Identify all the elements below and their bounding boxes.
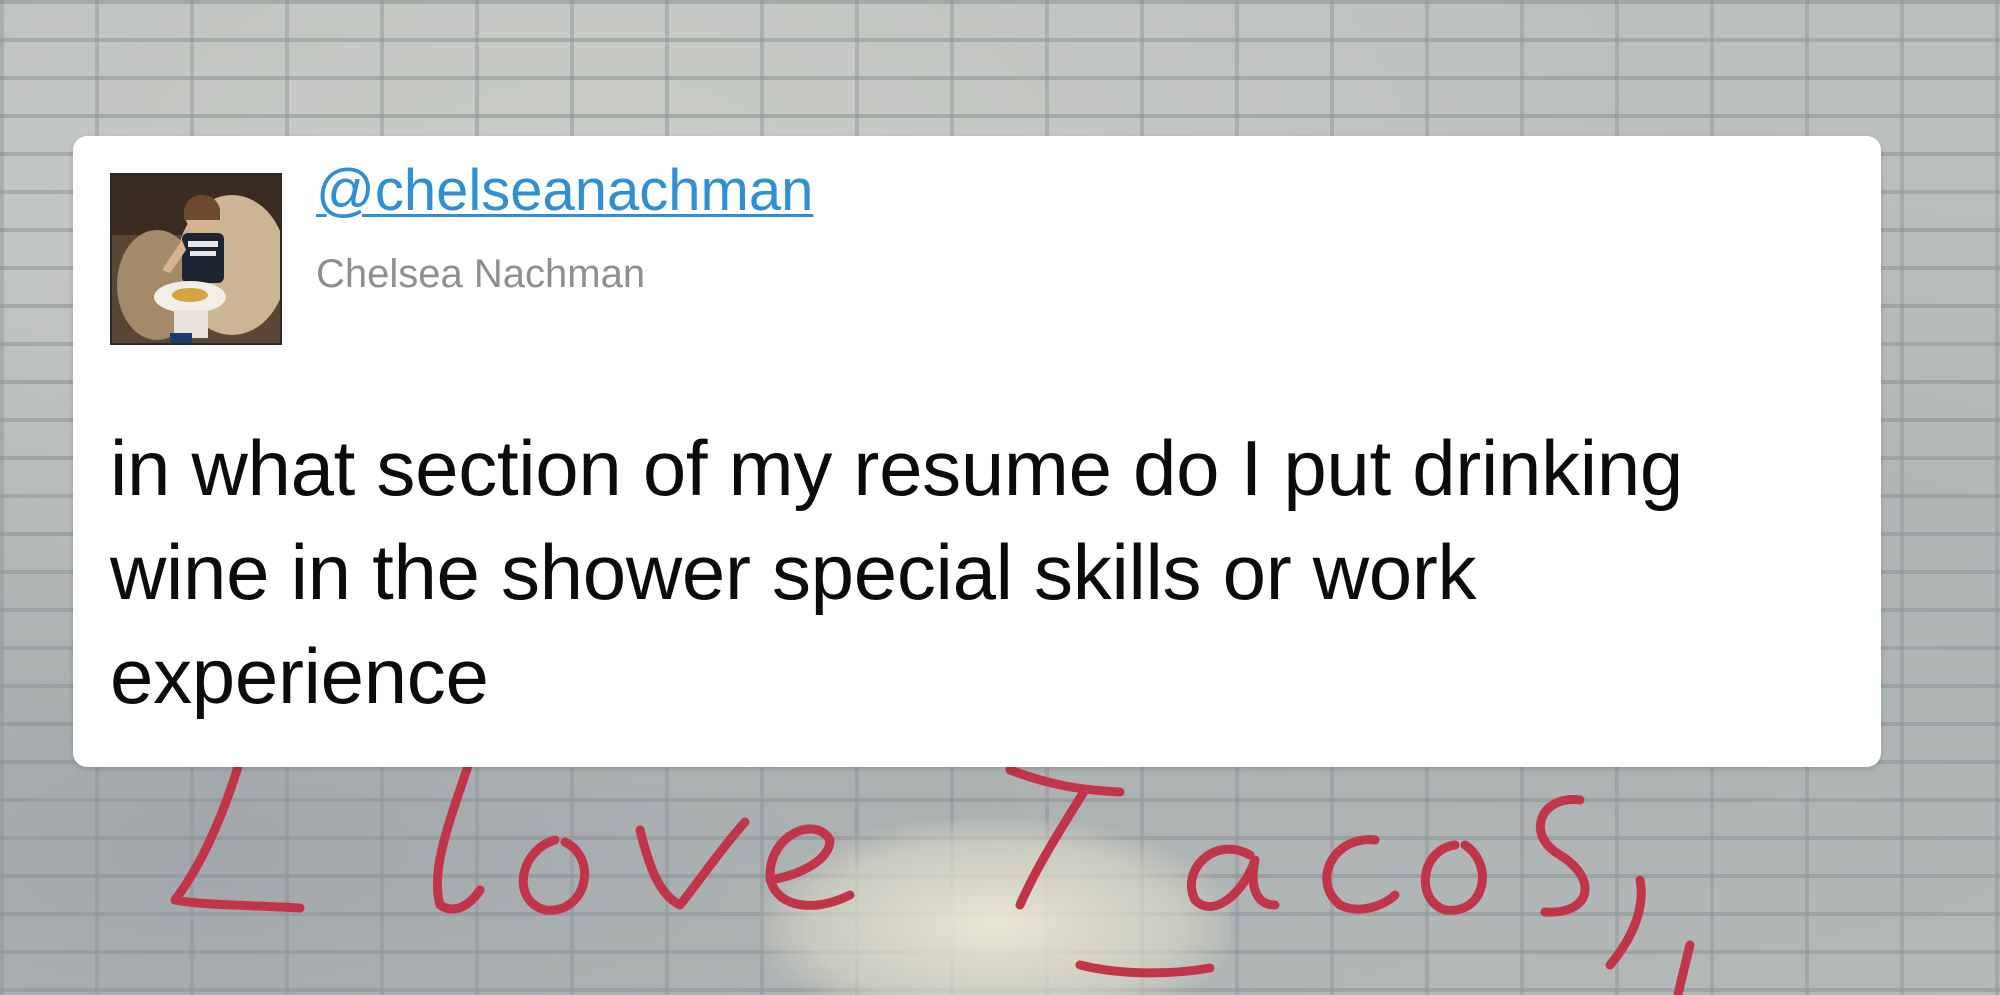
tweet-card: @chelseanachman Chelsea Nachman in what … [73,136,1881,767]
user-handle-link[interactable]: @chelseanachman [316,156,813,226]
user-photo-avatar[interactable] [110,173,282,345]
avatar-photo-icon [112,175,280,343]
user-display-name: Chelsea Nachman [316,252,646,296]
tweet-text: in what section of my resume do I put dr… [110,424,1683,720]
